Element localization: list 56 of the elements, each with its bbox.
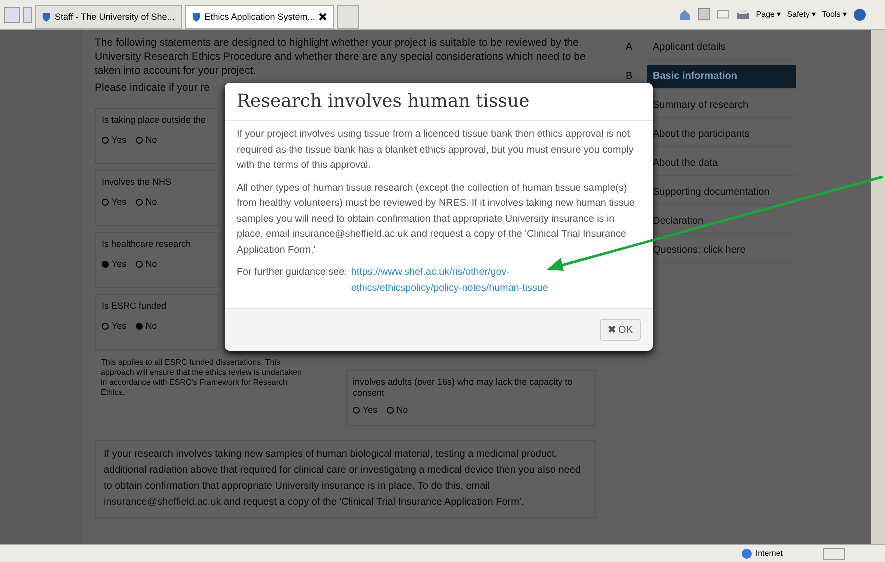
intro-text: The following statements are designed to highlight whether your project is suitable to be reviewed by the University Research Ethics Procedure and whether there are any special considerations which need to be taken into account for your project. [95,36,587,78]
modal-title: Research involves human tissue [237,91,531,112]
radio-button[interactable] [102,322,109,330]
ok-button[interactable]: ✖ OK [600,319,641,341]
shield-icon [192,12,201,22]
step-letter: B [626,71,634,82]
help-text: This applies to all ESRC funded dissertations. This approach will ensure that the ethics review is undertaken in accordance with ESRC's Framework for Research Ethics. [101,358,303,398]
guidance-link[interactable]: https://www.shef.ac.uk/ris/other/gov-ethics/ethicspolicy/policy-notes/human-tissue [351,265,602,296]
prompt-text: Please indicate if your re [95,82,211,94]
browser-tab[interactable]: Ethics Application System... [184,5,334,29]
sidebar-item[interactable]: Applicant details [647,36,796,60]
toolbar-menu[interactable]: Tools ▾ [822,10,847,19]
sidebar-item[interactable]: Basic information [647,64,796,88]
home-icon[interactable] [678,8,692,22]
radio-button[interactable] [102,260,109,268]
scrollbar[interactable] [871,30,885,544]
radio-button[interactable] [353,406,360,414]
tab-label: Ethics Application System... [204,12,316,22]
option-label: Yes [363,405,378,415]
radio-button[interactable] [386,406,394,414]
modal-paragraph: All other types of human tissue research (except the collection of human tissue sample(s) from healthy volunteers) must be reviewed by NRES. If it involves taking new human tissue samples you will need to obtain confirmation that appropriate University insurance is in place, email insurance@sheffield.ac.uk and request a copy of the 'Clinical Trial Insurance Application Form.' [237,182,636,258]
guidance-text: For further guidance see: [237,266,348,280]
printer-icon[interactable] [736,8,750,22]
insurance-note: If your research involves taking new samples of human biological material, testing a medicinal product, additional radiation above that required for clinical care or investigating a medical device then you also need to obtain confirmation that appropriate University insurance is in place. To do this, email insurance@sheffield.ac.uk and request a copy of the 'Clinical Trial Insurance Application Form'. [95,440,596,518]
email-link[interactable]: insurance@sheffield.ac.uk [104,497,222,508]
question-label: involves adults (over 16s) who may lack the capacity to consent [353,377,574,399]
option-label: No [146,321,158,331]
question-label: Is taking place outside the [102,115,208,125]
radio-button[interactable] [136,260,143,268]
option-label: No [146,197,158,207]
browser-tab[interactable]: Staff - The University of She... [35,5,182,29]
radio-button[interactable] [102,136,109,144]
option-label: Yes [112,197,127,207]
question-label: Is healthcare research [102,239,192,249]
radio-button[interactable] [136,198,143,206]
question-label: Involves the NHS [102,177,173,187]
option-label: No [146,259,158,269]
toolbar-menu[interactable]: Safety ▾ [787,10,816,19]
step-letter: A [626,42,634,53]
radio-button[interactable] [136,322,143,330]
option-label: No [396,405,408,415]
radio-button[interactable] [136,136,143,144]
shield-icon [42,12,51,22]
option-label: No [146,135,158,145]
radio-button[interactable] [102,198,109,206]
option-label: Yes [112,321,127,331]
modal-paragraph: If your project involves using tissue from a licenced tissue bank then ethics approval is not required as the tissue bank has a blanket ethics approval, but you must ensure you comply with the terms of this approval. [237,128,635,173]
tab-label: Staff - The University of She... [55,12,175,22]
question-label: Is ESRC funded [102,301,168,311]
new-tab-button[interactable] [337,5,360,29]
security-zone: Internet [740,548,783,560]
zoom-control[interactable] [823,548,845,560]
toolbar-menu[interactable]: Page ▾ [756,10,782,19]
option-label: Yes [112,135,127,145]
option-label: Yes [112,259,127,269]
close-icon[interactable] [319,13,328,21]
